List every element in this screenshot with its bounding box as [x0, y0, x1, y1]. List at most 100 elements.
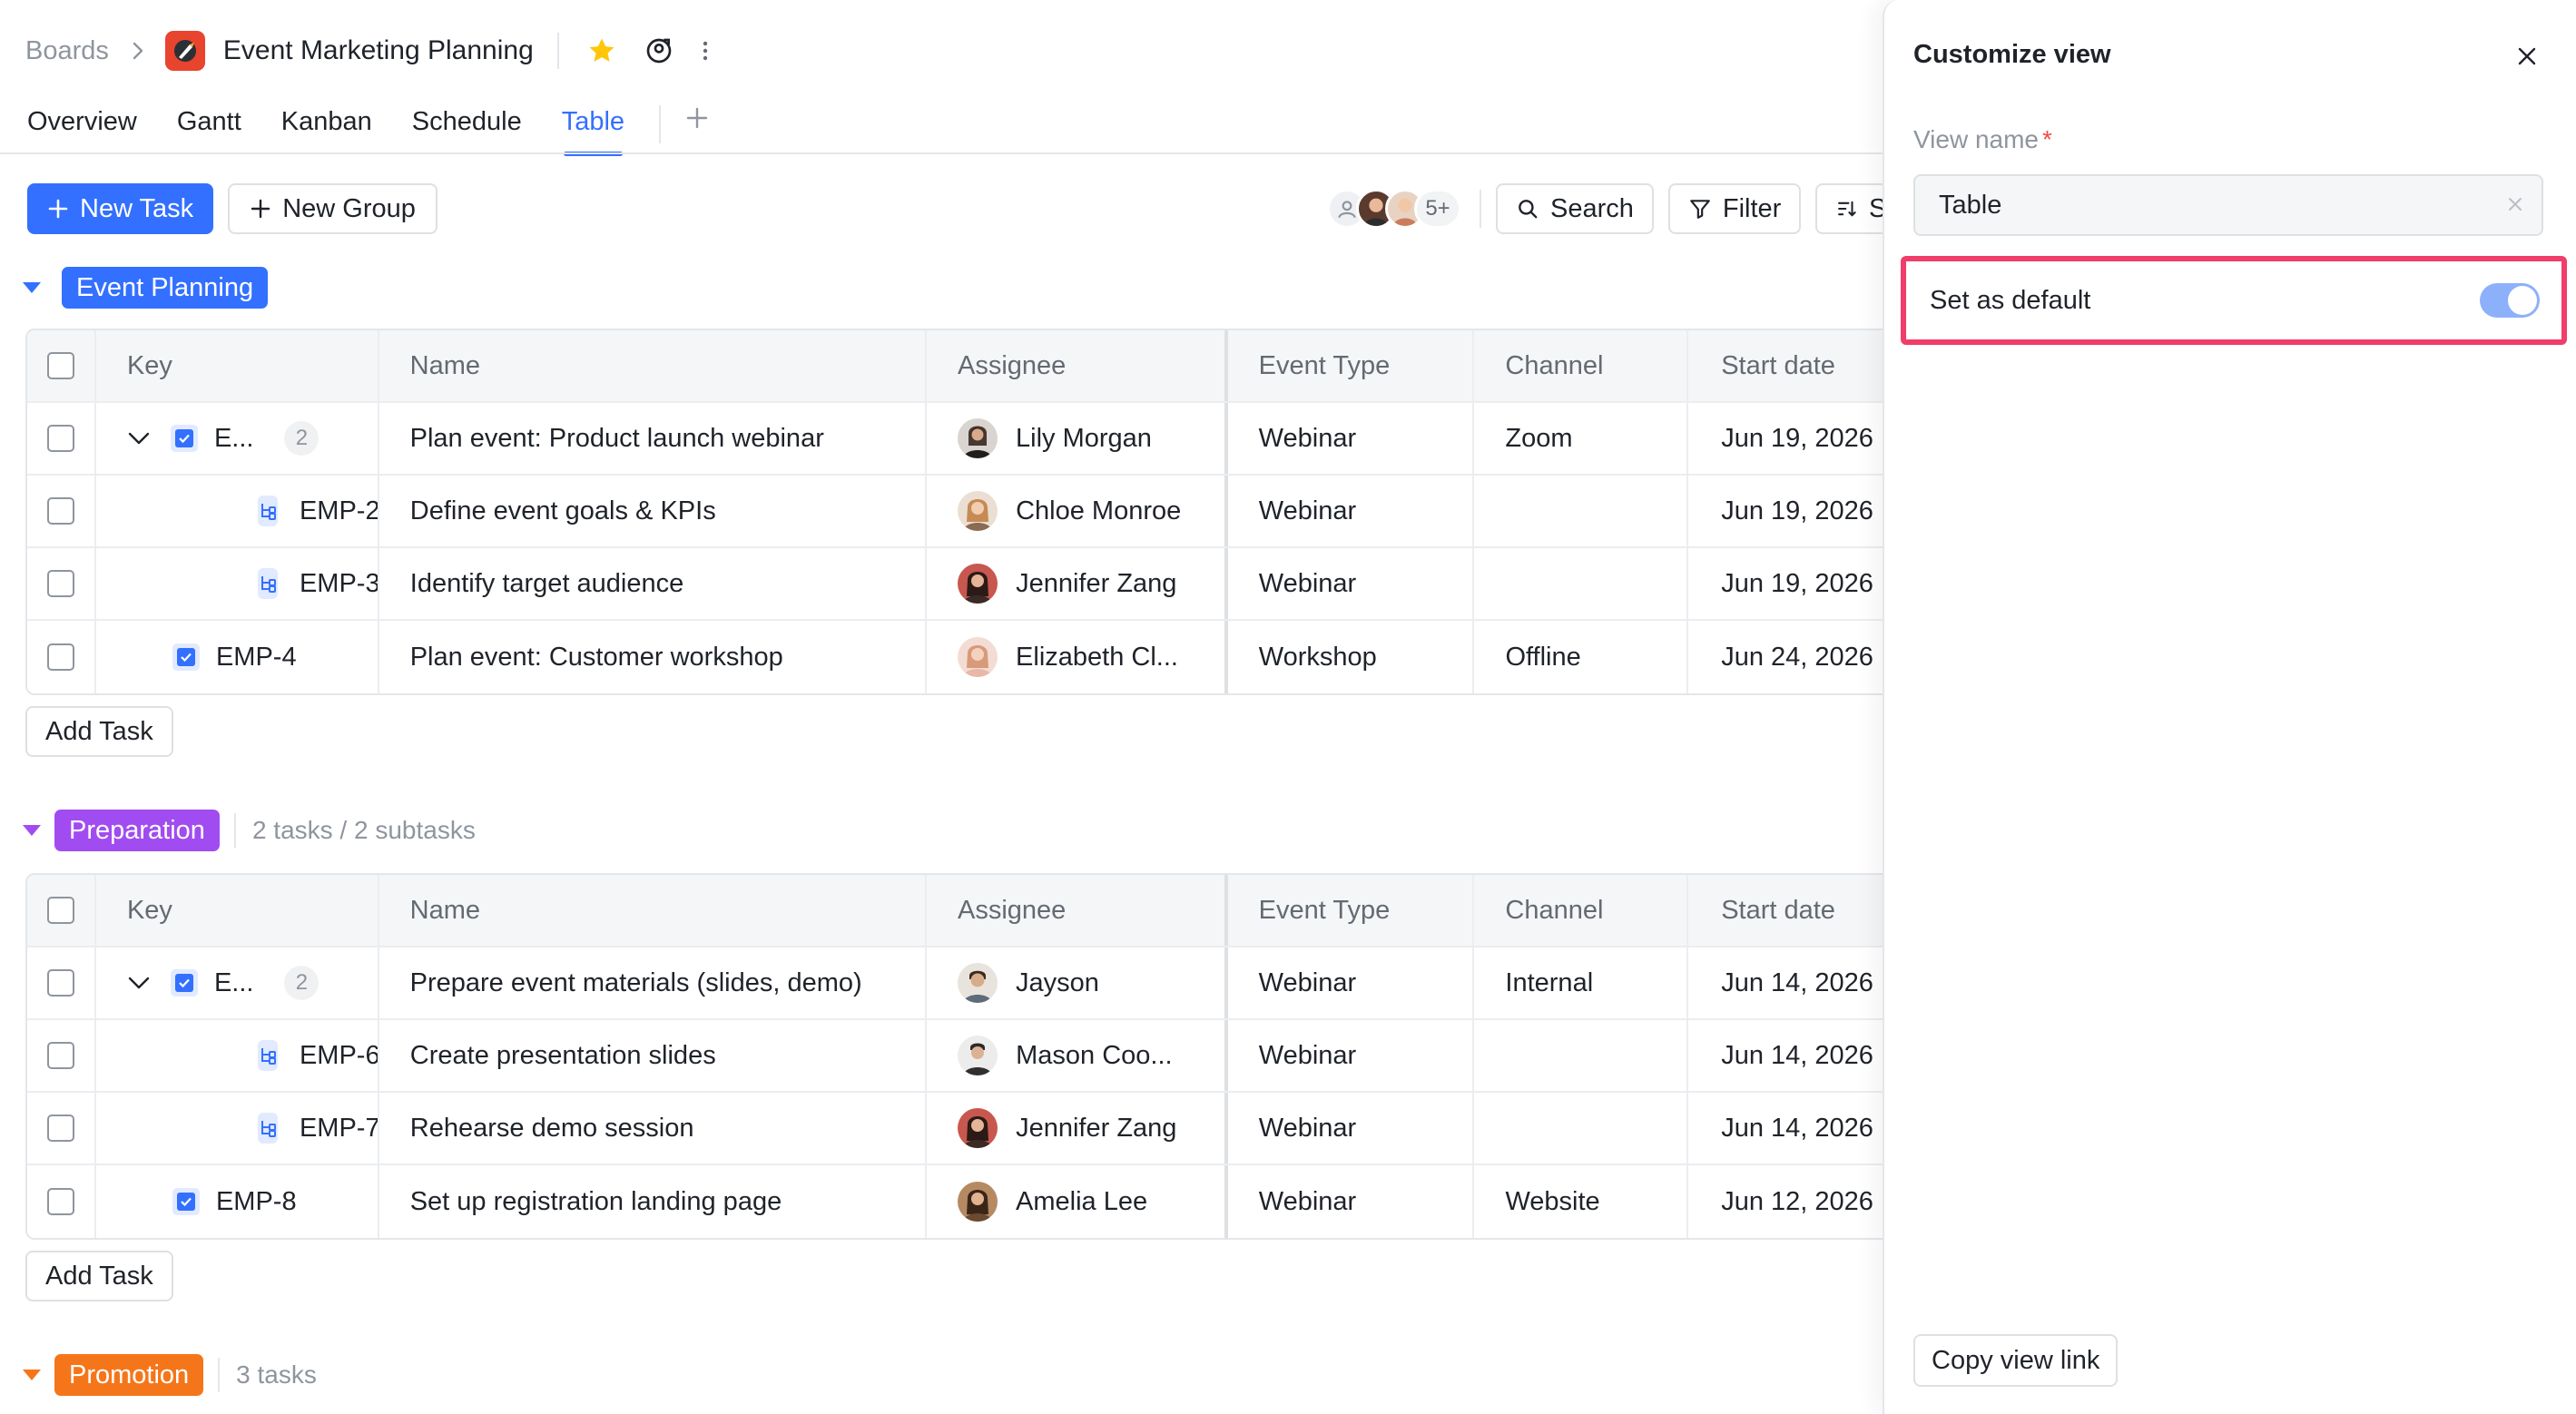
task-name[interactable]: Plan event: Product launch webinar [379, 403, 927, 474]
channel-cell[interactable] [1474, 476, 1689, 546]
set-as-default-toggle[interactable] [2480, 283, 2540, 318]
assignee-cell[interactable]: Jennifer Zang [927, 548, 1228, 619]
assignee-cell[interactable]: Jennifer Zang [927, 1093, 1228, 1164]
add-task-button[interactable]: Add Task [25, 706, 173, 757]
search-button[interactable]: Search [1496, 183, 1654, 234]
row-checkbox[interactable] [47, 1115, 74, 1142]
event-type-cell[interactable]: Webinar [1228, 403, 1475, 474]
row-checkbox[interactable] [47, 425, 74, 452]
assignee-cell[interactable]: Lily Morgan [927, 403, 1228, 474]
share-icon[interactable] [644, 36, 673, 65]
row-checkbox[interactable] [47, 1042, 74, 1069]
row-checkbox[interactable] [47, 643, 74, 671]
add-task-button[interactable]: Add Task [25, 1251, 173, 1301]
column-header-assignee[interactable]: Assignee [927, 330, 1228, 401]
event-type-cell[interactable]: Webinar [1228, 1165, 1475, 1238]
column-header-event-type[interactable]: Event Type [1228, 875, 1475, 946]
table-row[interactable]: EMP-3 Identify target audience Jennifer … [27, 548, 1883, 621]
view-name-input[interactable] [1913, 174, 2543, 236]
event-type-cell[interactable]: Webinar [1228, 948, 1475, 1018]
chevron-down-icon[interactable] [127, 976, 151, 990]
event-type-cell[interactable]: Webinar [1228, 548, 1475, 619]
task-key[interactable]: EMP-7 [300, 1114, 378, 1144]
channel-cell[interactable] [1474, 1020, 1689, 1091]
start-date-cell[interactable]: Jun 19, 2026 [1688, 476, 1883, 546]
task-key[interactable]: EMP-3 [300, 569, 378, 599]
more-icon[interactable] [701, 38, 710, 64]
row-checkbox[interactable] [47, 1188, 74, 1215]
column-header-name[interactable]: Name [379, 330, 927, 401]
table-row[interactable]: E... 2 Plan event: Product launch webina… [27, 403, 1883, 476]
assignee-cell[interactable]: Jayson [927, 948, 1228, 1018]
task-name[interactable]: Prepare event materials (slides, demo) [379, 948, 927, 1018]
caret-down-icon[interactable] [22, 824, 42, 837]
start-date-cell[interactable]: Jun 19, 2026 [1688, 548, 1883, 619]
column-header-channel[interactable]: Channel [1474, 875, 1689, 946]
star-icon[interactable] [586, 35, 617, 66]
tab-table[interactable]: Table [562, 102, 624, 156]
channel-cell[interactable]: Offline [1474, 621, 1689, 693]
assignee-cell[interactable]: Elizabeth Cl... [927, 621, 1228, 693]
channel-cell[interactable] [1474, 548, 1689, 619]
table-row[interactable]: EMP-7 Rehearse demo session Jennifer Zan… [27, 1093, 1883, 1165]
caret-down-icon[interactable] [22, 281, 42, 294]
task-key[interactable]: EMP-4 [216, 643, 297, 673]
group-tag[interactable]: Preparation [54, 810, 220, 851]
task-name[interactable]: Create presentation slides [379, 1020, 928, 1091]
row-checkbox[interactable] [47, 570, 74, 597]
table-row[interactable]: EMP-6 Create presentation slides Mason C… [27, 1020, 1883, 1093]
filter-button[interactable]: Filter [1667, 183, 1802, 234]
task-key[interactable]: E... [214, 424, 254, 454]
caret-down-icon[interactable] [22, 1369, 42, 1381]
event-type-cell[interactable]: Webinar [1228, 476, 1475, 546]
group-tag[interactable]: Promotion [54, 1354, 204, 1396]
table-row[interactable]: E... 2 Prepare event materials (slides, … [27, 948, 1883, 1020]
column-header-key[interactable]: Key [96, 875, 379, 946]
channel-cell[interactable]: Internal [1474, 948, 1689, 1018]
assignee-cell[interactable]: Chloe Monroe [927, 476, 1228, 546]
table-row[interactable]: EMP-2 Define event goals & KPIs Chloe Mo… [27, 476, 1883, 548]
select-all-checkbox[interactable] [47, 897, 74, 924]
channel-cell[interactable]: Zoom [1474, 403, 1689, 474]
tab-overview[interactable]: Overview [27, 102, 137, 156]
event-type-cell[interactable]: Webinar [1228, 1020, 1475, 1091]
task-name[interactable]: Plan event: Customer workshop [379, 621, 928, 693]
assignee-cell[interactable]: Mason Coo... [927, 1020, 1228, 1091]
task-name[interactable]: Rehearse demo session [379, 1093, 928, 1164]
new-group-button[interactable]: New Group [228, 183, 438, 234]
channel-cell[interactable]: Website [1474, 1165, 1689, 1238]
chevron-down-icon[interactable] [127, 431, 151, 446]
close-icon[interactable] [2514, 44, 2540, 69]
task-key[interactable]: EMP-8 [216, 1187, 297, 1217]
start-date-cell[interactable]: Jun 14, 2026 [1688, 1020, 1883, 1091]
task-name[interactable]: Set up registration landing page [379, 1165, 928, 1238]
start-date-cell[interactable]: Jun 12, 2026 [1688, 1165, 1883, 1238]
column-header-event-type[interactable]: Event Type [1228, 330, 1475, 401]
sort-button[interactable]: S [1815, 183, 1889, 234]
tab-kanban[interactable]: Kanban [281, 102, 372, 156]
column-header-assignee[interactable]: Assignee [927, 875, 1228, 946]
task-key[interactable]: E... [214, 968, 254, 998]
new-task-button[interactable]: New Task [27, 183, 214, 234]
breadcrumb-boards[interactable]: Boards [25, 36, 109, 66]
channel-cell[interactable] [1474, 1093, 1689, 1164]
tab-gantt[interactable]: Gantt [177, 102, 241, 156]
event-type-cell[interactable]: Webinar [1228, 1093, 1475, 1164]
column-header-name[interactable]: Name [379, 875, 927, 946]
copy-view-link-button[interactable]: Copy view link [1913, 1334, 2119, 1387]
assignee-cell[interactable]: Amelia Lee [927, 1165, 1228, 1238]
task-key[interactable]: EMP-2 [300, 496, 378, 526]
start-date-cell[interactable]: Jun 24, 2026 [1688, 621, 1883, 693]
start-date-cell[interactable]: Jun 14, 2026 [1688, 1093, 1883, 1164]
row-checkbox[interactable] [47, 969, 74, 997]
select-all-checkbox[interactable] [47, 352, 74, 379]
column-header-start-date[interactable]: Start date [1688, 330, 1883, 401]
add-view-icon[interactable] [684, 102, 710, 131]
task-name[interactable]: Define event goals & KPIs [379, 476, 928, 546]
column-header-channel[interactable]: Channel [1474, 330, 1689, 401]
start-date-cell[interactable]: Jun 14, 2026 [1688, 948, 1883, 1018]
tab-schedule[interactable]: Schedule [412, 102, 522, 156]
task-name[interactable]: Identify target audience [379, 548, 928, 619]
group-tag[interactable]: Event Planning [62, 267, 269, 309]
clear-input-icon[interactable] [2505, 194, 2525, 214]
